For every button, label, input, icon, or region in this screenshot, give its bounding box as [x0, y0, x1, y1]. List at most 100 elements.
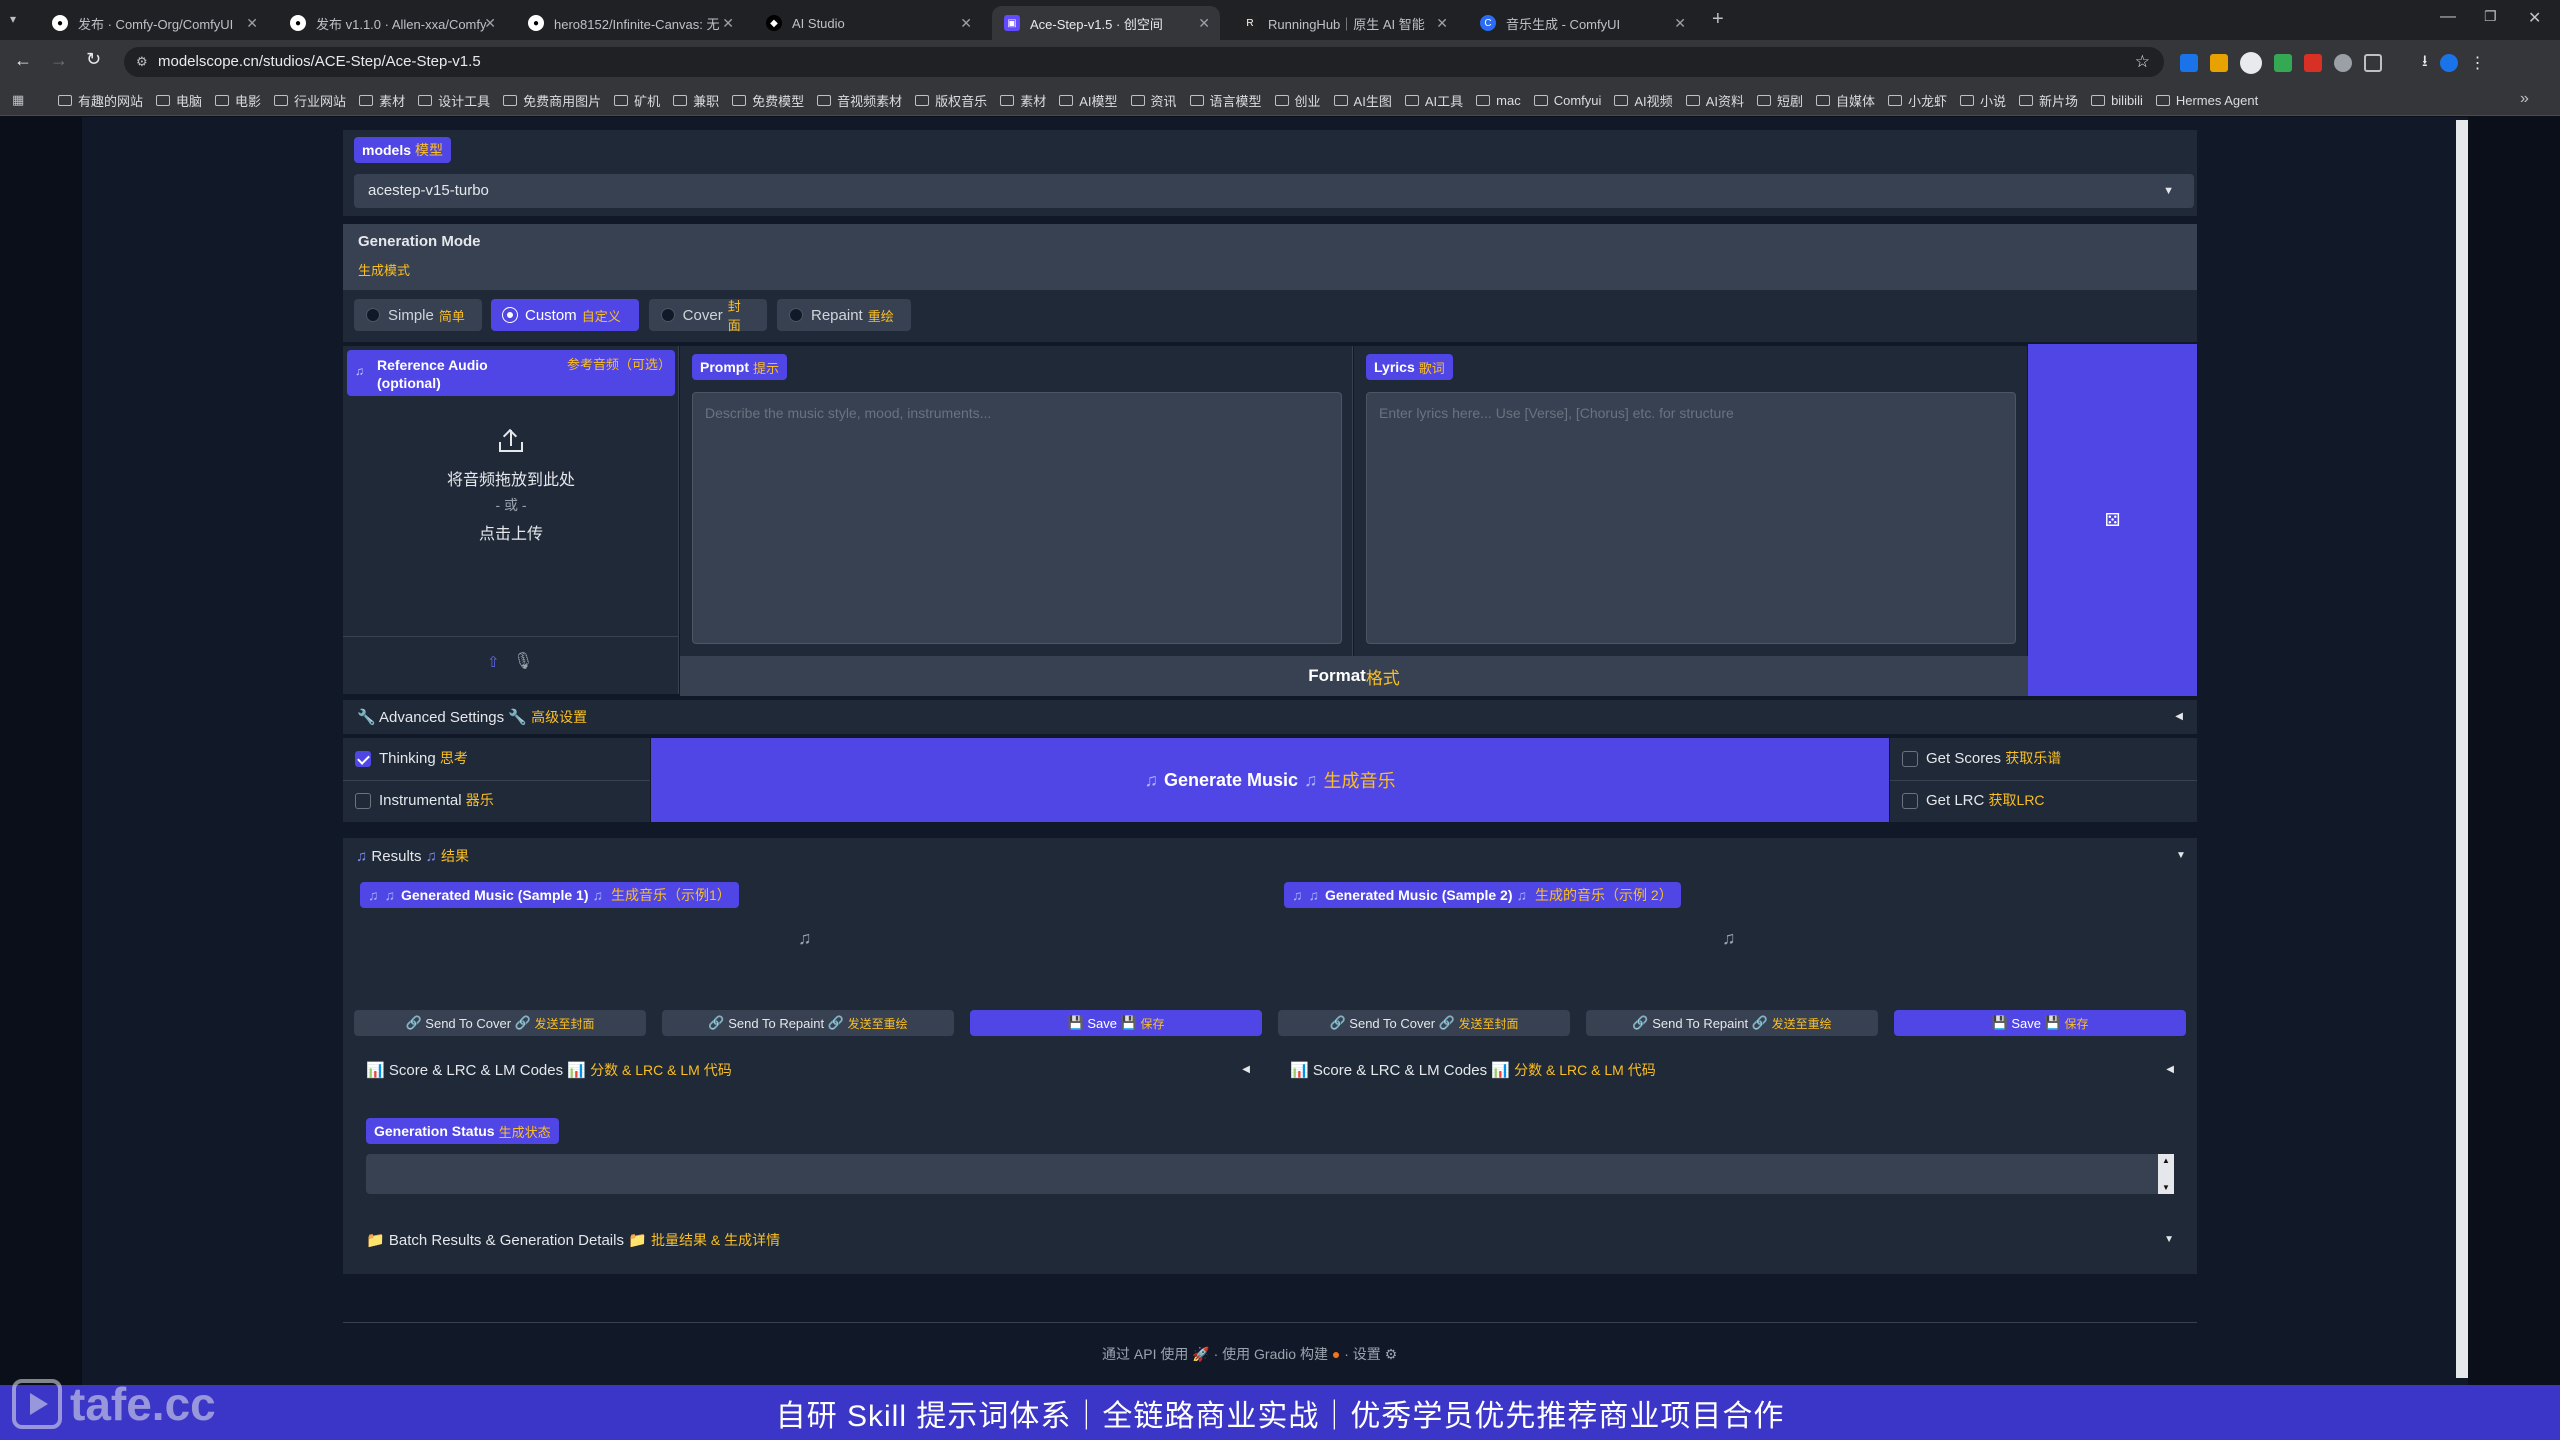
score-lrc-accordion-2[interactable]: 📊 Score & LRC & LM Codes 📊 分数 & LRC & LM… — [1290, 1060, 2176, 1084]
instrumental-checkbox[interactable]: Instrumental 器乐 — [355, 790, 494, 811]
bookmark-folder[interactable]: 免费商用图片 — [503, 91, 601, 110]
generate-music-button[interactable]: ♫ Generate Music ♫ 生成音乐 — [651, 738, 1889, 822]
close-tab-icon[interactable]: ✕ — [960, 15, 972, 32]
extension-icon[interactable] — [2180, 54, 2198, 72]
close-tab-icon[interactable]: ✕ — [1436, 15, 1448, 32]
apps-grid-icon[interactable]: ▦ — [12, 92, 24, 108]
bookmark-star-icon[interactable]: ☆ — [2135, 47, 2150, 77]
reload-icon[interactable]: ↻ — [86, 49, 101, 70]
browser-tab[interactable]: ● hero8152/Infinite-Canvas: 无 ✕ — [516, 6, 744, 40]
close-tab-icon[interactable]: ✕ — [1674, 15, 1686, 32]
bookmark-folder[interactable]: 小说 — [1960, 91, 2006, 110]
page-scrollbar[interactable] — [2456, 120, 2468, 1378]
thinking-checkbox[interactable]: Thinking 思考 — [355, 748, 468, 769]
bookmark-folder[interactable]: 版权音乐 — [915, 91, 987, 110]
score-lrc-accordion-1[interactable]: 📊 Score & LRC & LM Codes 📊 分数 & LRC & LM… — [366, 1060, 1252, 1084]
mode-cover-radio[interactable]: Cover 封面 — [649, 299, 767, 333]
new-tab-icon[interactable]: + — [1712, 8, 1724, 31]
bookmark-folder[interactable]: 矿机 — [614, 91, 660, 110]
tab-search-icon[interactable]: ▾ — [10, 12, 28, 28]
batch-results-accordion[interactable]: 📁 Batch Results & Generation Details 📁 批… — [366, 1230, 2176, 1254]
close-window-icon[interactable]: ✕ — [2528, 8, 2541, 28]
browser-tab-active[interactable]: ▣ Ace-Step-v1.5 · 创空间 ✕ — [992, 6, 1220, 40]
format-button[interactable]: Format 格式 — [680, 656, 2028, 696]
address-bar[interactable]: ⚙ modelscope.cn/studios/ACE-Step/Ace-Ste… — [124, 47, 2164, 77]
generation-status-textbox[interactable]: ▲ ▼ — [366, 1154, 2174, 1194]
send-to-repaint-button[interactable]: 🔗 Send To Repaint 🔗 发送至重绘 — [662, 1010, 954, 1036]
site-info-icon[interactable]: ⚙ — [136, 47, 148, 77]
bookmark-folder[interactable]: 设计工具 — [418, 91, 490, 110]
download-icon[interactable]: ⭳ — [2422, 50, 2428, 77]
get-scores-checkbox[interactable]: Get Scores 获取乐谱 — [1902, 748, 2061, 769]
mode-repaint-radio[interactable]: Repaint 重绘 — [777, 299, 911, 331]
bookmark-folder[interactable]: 语言模型 — [1189, 91, 1262, 110]
forward-icon[interactable]: → — [50, 50, 68, 71]
bookmark-folder[interactable]: 音视频素材 — [817, 91, 902, 110]
bookmark-folder[interactable]: 素材 — [359, 91, 405, 110]
shield-icon[interactable] — [2439, 54, 2458, 72]
bookmark-folder[interactable]: 行业网站 — [274, 91, 346, 110]
send-to-cover-button[interactable]: 🔗 Send To Cover 🔗 发送至封面 — [354, 1010, 646, 1036]
built-with-gradio-link[interactable]: 使用 Gradio 构建 — [1222, 1346, 1328, 1362]
send-to-repaint-button[interactable]: 🔗 Send To Repaint 🔗 发送至重绘 — [1586, 1010, 1878, 1036]
upload-source-icon[interactable]: ⇧ — [487, 653, 500, 671]
back-icon[interactable]: ← — [14, 50, 32, 71]
menu-kebab-icon[interactable]: ⋮ — [2470, 53, 2486, 73]
scrollbar[interactable]: ▲ ▼ — [2158, 1154, 2174, 1194]
audio-upload-dropzone[interactable]: 将音频拖放到此处 - 或 - 点击上传 — [343, 400, 679, 638]
bookmark-folder[interactable]: Comfyui — [1533, 93, 1601, 108]
bookmark-folder[interactable]: 新片场 — [2019, 91, 2078, 110]
bookmark-folder[interactable]: 自媒体 — [1816, 91, 1875, 110]
bookmark-folder[interactable]: AI模型 — [1059, 91, 1118, 110]
close-tab-icon[interactable]: ✕ — [484, 15, 496, 32]
bookmark-folder[interactable]: 资讯 — [1130, 91, 1177, 110]
mode-custom-radio[interactable]: Custom 自定义 — [491, 299, 639, 331]
extensions-puzzle-icon[interactable] — [2364, 54, 2382, 72]
bookmark-folder[interactable]: AI生图 — [1333, 91, 1392, 110]
bookmark-folder[interactable]: 创业 — [1274, 91, 1321, 110]
browser-tab[interactable]: C 音乐生成 - ComfyUI ✕ — [1468, 6, 1696, 40]
extension-icon[interactable] — [2274, 54, 2292, 72]
browser-tab[interactable]: ● 发布 · Comfy-Org/ComfyUI ✕ — [40, 6, 268, 40]
bookmark-folder[interactable]: mac — [1476, 93, 1521, 108]
bookmark-folder[interactable]: 电影 — [215, 91, 261, 110]
minimize-icon[interactable]: — — [2440, 8, 2456, 26]
bookmark-folder[interactable]: 素材 — [1000, 91, 1046, 110]
bookmark-folder[interactable]: AI工具 — [1404, 91, 1463, 110]
bookmark-folder[interactable]: 小龙虾 — [1888, 91, 1947, 110]
bookmark-folder[interactable]: 兼职 — [673, 91, 719, 110]
restore-icon[interactable]: ❐ — [2484, 8, 2497, 25]
close-tab-icon[interactable]: ✕ — [246, 15, 258, 32]
extension-icon[interactable] — [2210, 54, 2228, 72]
bookmark-folder[interactable]: bilibili — [2091, 93, 2143, 108]
mode-simple-radio[interactable]: Simple 简单 — [354, 299, 482, 331]
browser-tab[interactable]: R RunningHub｜原生 AI 智能 ✕ — [1230, 6, 1458, 40]
random-sample-button[interactable]: ⚄ — [2028, 344, 2197, 696]
model-dropdown[interactable]: acestep-v15-turbo ▼ — [354, 174, 2194, 208]
profile-avatar[interactable] — [2240, 52, 2262, 74]
microphone-icon[interactable]: 🎙 — [513, 651, 533, 671]
bookmark-folder[interactable]: Hermes Agent — [2155, 93, 2258, 108]
bookmark-folder[interactable]: AI资料 — [1685, 91, 1744, 110]
prompt-textarea[interactable] — [692, 392, 1342, 644]
lyrics-textarea[interactable] — [1366, 392, 2016, 644]
close-tab-icon[interactable]: ✕ — [1198, 15, 1210, 32]
bookmark-folder[interactable]: 短剧 — [1756, 91, 1803, 110]
results-accordion-header[interactable]: ♫ Results ♫ 结果 — [356, 846, 469, 866]
bookmark-folder[interactable]: 免费模型 — [732, 91, 804, 110]
extension-icon[interactable] — [2304, 54, 2322, 72]
use-via-api-link[interactable]: 通过 API 使用 — [1102, 1346, 1188, 1362]
settings-link[interactable]: 设置 — [1353, 1346, 1381, 1362]
more-bookmarks-icon[interactable]: » — [2520, 90, 2529, 108]
save-button[interactable]: 💾 Save 💾 保存 — [970, 1010, 1262, 1036]
get-lrc-checkbox[interactable]: Get LRC 获取LRC — [1902, 790, 2045, 811]
close-tab-icon[interactable]: ✕ — [722, 15, 734, 32]
save-button[interactable]: 💾 Save 💾 保存 — [1894, 1010, 2186, 1036]
browser-tab[interactable]: ◆ AI Studio ✕ — [754, 6, 982, 40]
bookmark-folder[interactable]: AI视频 — [1614, 91, 1673, 110]
advanced-settings-accordion[interactable]: 🔧 Advanced Settings 🔧 高级设置 ◀ — [343, 700, 2197, 734]
extension-icon[interactable] — [2334, 54, 2352, 72]
collapse-triangle-icon[interactable]: ▼ — [2176, 850, 2186, 861]
bookmark-folder[interactable]: 有趣的网站 — [58, 91, 143, 110]
bookmark-folder[interactable]: 电脑 — [156, 91, 202, 110]
